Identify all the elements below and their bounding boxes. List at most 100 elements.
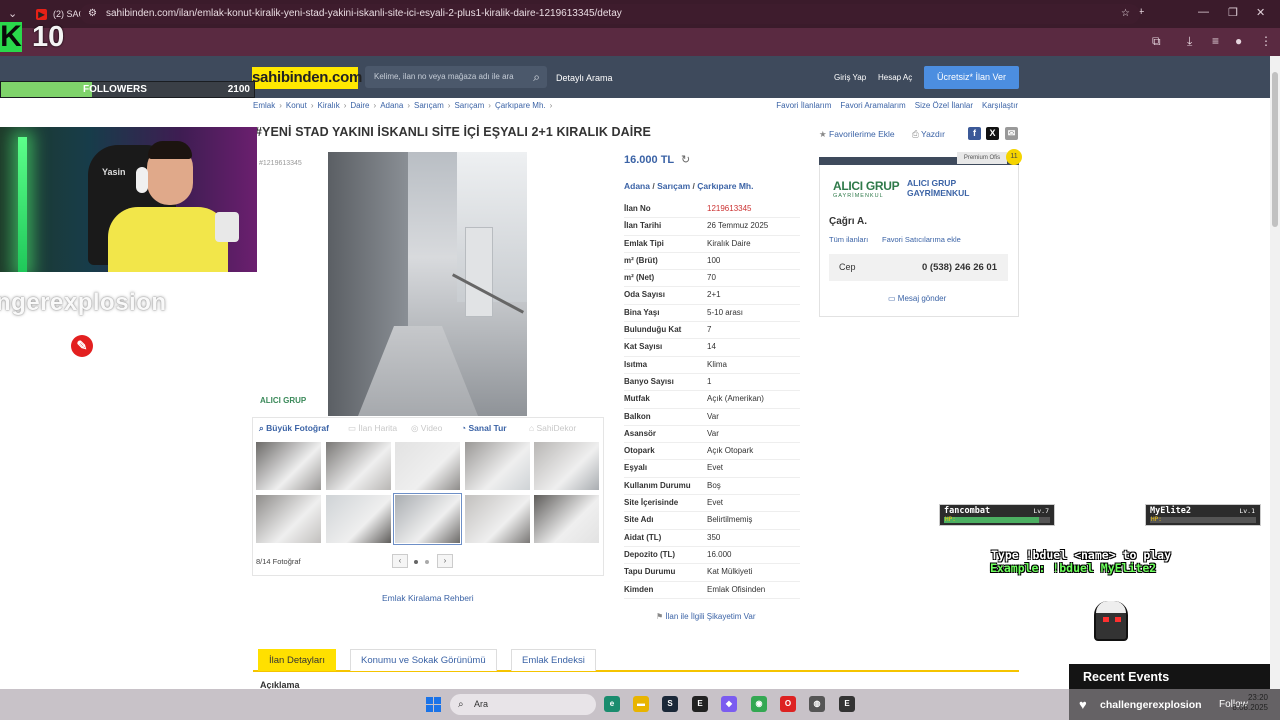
url-field[interactable]: ⚙ sahibinden.com/ilan/emlak-konut-kirali… [80,4,1140,24]
photo-thumbnail[interactable] [394,441,461,491]
agency-name-link[interactable]: ALICI GRUP GAYRİMENKUL [907,178,987,198]
steam-icon[interactable]: S [662,696,678,712]
breadcrumb-item[interactable]: Çarkıpare Mh. [495,101,546,110]
detail-value: 100 [707,255,721,265]
prev-page-button[interactable]: ‹ [392,554,408,568]
sahidekor-label: SahiDekor [536,423,577,433]
breadcrumb-item[interactable]: Daire [350,101,369,110]
facebook-share-icon[interactable]: f [968,127,981,140]
breadcrumb-item[interactable]: Konut [286,101,307,110]
scrollbar-thumb[interactable] [1272,72,1278,227]
profile-icon[interactable]: ● [1235,34,1242,48]
detail-value: Açık (Amerikan) [707,394,764,404]
photo-thumbnail[interactable] [463,494,531,544]
send-message-link[interactable]: ▭ Mesaj gönder [888,294,946,303]
location-separator: / [649,181,658,191]
close-window-icon[interactable]: ✕ [1256,6,1265,19]
user-link[interactable]: Favori İlanlarım [776,101,831,110]
big-photo-button[interactable]: ⌕ Büyük Fotoğraf [259,423,329,434]
all-ads-link[interactable]: Tüm ilanları [829,235,868,244]
breadcrumb-item[interactable]: Sarıçam [414,101,444,110]
download-icon[interactable]: ⤓ [1187,34,1192,49]
reading-list-icon[interactable]: ≡ [1212,34,1219,48]
register-link[interactable]: Hesap Aç [878,73,912,82]
favorite-link[interactable]: ★ Favorilerime Ekle [819,129,895,140]
complaint-link[interactable]: ⚑ İlan ile İlgili Şikayetim Var [656,612,756,621]
rental-guide-link[interactable]: Emlak Kiralama Rehberi [382,593,474,603]
email-share-icon[interactable]: ✉ [1005,127,1018,140]
location-link[interactable]: Sarıçam [657,181,690,191]
sprite-eye [1103,617,1109,622]
windows-start-icon[interactable] [426,697,441,712]
search-icon[interactable]: ⌕ [533,66,540,88]
detail-tab[interactable]: Emlak Endeksi [511,649,596,671]
taskbar-search[interactable]: ⌕ Ara [450,694,596,715]
login-link[interactable]: Giriş Yap [834,73,866,82]
print-label: Yazdır [921,129,945,139]
site-logo[interactable]: sahibinden.com [252,67,362,89]
breadcrumb-item[interactable]: Emlak [253,101,275,110]
epic-launcher-icon[interactable]: E [839,696,855,712]
phone-number[interactable]: 0 (538) 246 26 01 [922,262,997,273]
minimize-icon[interactable]: — [1198,6,1209,18]
detail-key: Kat Sayısı [624,342,663,352]
site-search-input[interactable]: Kelime, ilan no veya mağaza adı ile ara … [365,66,547,88]
extensions-icon[interactable]: ⧉ [1152,34,1161,49]
print-link[interactable]: ⎙ Yazdır [912,129,945,140]
user-link[interactable]: Karşılaştır [982,101,1018,110]
map-label: İlan Harita [358,423,398,433]
screen: ⌄ ▶(2) SAGOPA KAJM✕SÇarkıpare Mh. 2 -✕S#… [0,0,1280,720]
chrome-icon[interactable]: ◉ [751,696,767,712]
agency-logo[interactable]: ALICI GRUP [833,179,900,193]
location-link[interactable]: Adana [624,181,650,191]
photo-thumbnail[interactable] [324,441,392,491]
duel-card-right: MyElite2 Lv.1 HP: [1145,504,1261,526]
sahidekor-button[interactable]: ⌂ SahiDekor [529,423,576,433]
detail-key: Site Adı [624,515,654,525]
detail-tab[interactable]: Konumu ve Sokak Görünümü [350,649,497,671]
next-page-button[interactable]: › [437,554,453,568]
page-dot[interactable] [425,560,429,564]
site-info-icon[interactable]: ⚙ [88,4,97,24]
photo-thumbnail[interactable] [255,441,322,491]
opera-icon[interactable]: O [780,696,796,712]
breadcrumb-item[interactable]: Kiralık [317,101,339,110]
main-photo[interactable] [328,152,527,416]
breadcrumb-item[interactable]: Sarıçam [454,101,484,110]
bookmark-star-icon[interactable]: ☆ [1121,4,1130,24]
edge-icon[interactable]: e [604,696,620,712]
user-link[interactable]: Size Özel İlanlar [915,101,973,110]
post-ad-button[interactable]: Ücretsiz* İlan Ver [924,66,1019,89]
photo-thumbnail[interactable] [463,441,531,491]
location-link[interactable]: Çarkıpare Mh. [697,181,753,191]
breadcrumb-item[interactable]: Adana [380,101,403,110]
price-history-icon[interactable]: ↻ [681,154,690,166]
detail-tab[interactable]: İlan Detayları [258,649,336,671]
virtual-tour-button[interactable]: ◔ Sanal Tur [461,423,507,433]
x-share-icon[interactable]: X [986,127,999,140]
page-dot[interactable] [414,560,418,564]
menu-icon[interactable]: ⋮ [1260,34,1272,48]
breadcrumb: Emlak › Konut › Kiralık › Daire › Adana › Sarıçam ›… [253,101,556,110]
photo-thumbnail[interactable] [533,441,600,491]
photo-thumbnail[interactable] [324,494,392,544]
obs-icon[interactable]: ◍ [809,696,825,712]
favorite-seller-link[interactable]: Favori Satıcılarıma ekle [882,235,961,244]
map-button[interactable]: ▭ İlan Harita [348,423,397,434]
detail-key: Bulunduğu Kat [624,325,682,335]
maximize-icon[interactable]: ❐ [1228,6,1238,19]
duel-left-hp-fill [944,517,1040,523]
video-button[interactable]: ◎ Video [411,423,442,434]
epic-games-icon[interactable]: E [692,696,708,712]
photo-thumbnail[interactable] [255,494,322,544]
user-link[interactable]: Favori Aramalarım [840,101,905,110]
detail-row: m² (Net) 70 [624,270,800,288]
webcam-microphone [215,212,239,242]
advanced-search-link[interactable]: Detaylı Arama [556,73,613,83]
tab-list-icon[interactable]: ⌄ [8,7,17,20]
file-explorer-icon[interactable]: ▬ [633,696,649,712]
copilot-icon[interactable]: ◆ [721,696,737,712]
photo-thumbnail[interactable] [533,494,600,544]
photo-thumbnail[interactable] [393,493,462,545]
detail-row: Bulunduğu Kat 7 [624,322,800,340]
